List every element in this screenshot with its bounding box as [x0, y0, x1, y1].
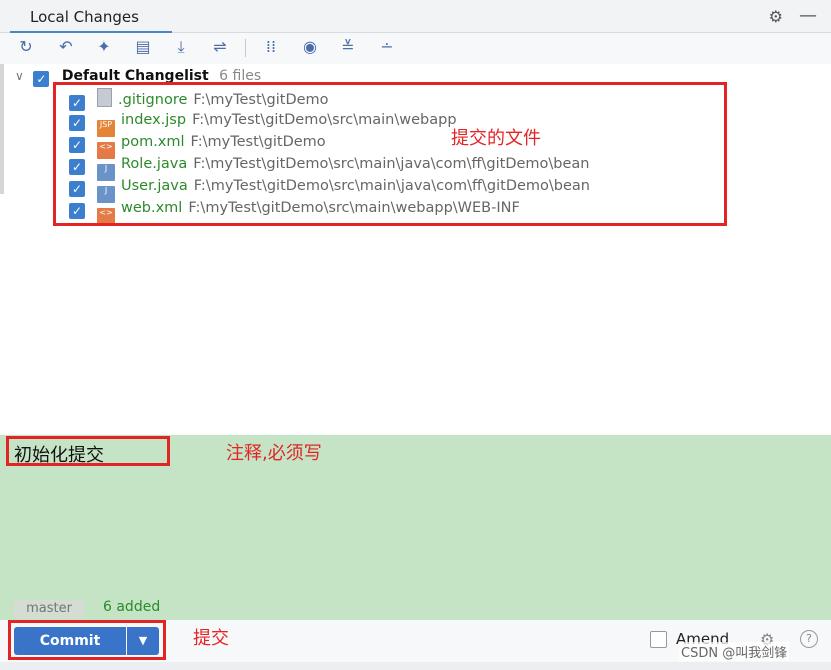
- toolbar: ↻ ↶ ✦ ▤ ⤓ ⇌ ⁞⁞ ◉ ≚ ∸: [0, 33, 831, 63]
- tool-window-header: Local Changes ⚙ —: [0, 0, 831, 34]
- files-highlight-box: [53, 82, 727, 226]
- view-icon[interactable]: ◉: [300, 37, 320, 57]
- changelist-checkbox[interactable]: ✓: [33, 71, 50, 87]
- commit-annotation: 提交: [193, 628, 229, 649]
- toolbar-separator: [245, 39, 246, 57]
- chevron-down-icon[interactable]: ∨: [15, 66, 29, 86]
- tab-label: Local Changes: [30, 8, 139, 26]
- message-annotation: 注释,必须写: [226, 443, 322, 464]
- diff-icon[interactable]: ✦: [94, 37, 114, 57]
- refresh-icon[interactable]: ↻: [16, 37, 36, 57]
- tree-gutter: [0, 64, 4, 194]
- collapse-icon[interactable]: ∸: [377, 37, 397, 57]
- update-icon[interactable]: ⤓: [171, 37, 191, 57]
- expand-icon[interactable]: ≚: [338, 37, 358, 57]
- message-highlight-box: [6, 436, 170, 466]
- tab-local-changes[interactable]: Local Changes: [22, 4, 147, 30]
- branch-badge: master: [14, 600, 84, 618]
- amend-checkbox[interactable]: [650, 631, 667, 648]
- changes-summary: 6 added: [103, 599, 161, 615]
- group-icon[interactable]: ⁞⁞: [261, 37, 281, 57]
- bottom-strip: [0, 662, 831, 670]
- minimize-icon[interactable]: —: [799, 5, 817, 26]
- watermark: CSDN @叫我剑锋: [679, 642, 790, 661]
- files-annotation: 提交的文件: [451, 128, 541, 149]
- move-icon[interactable]: ⇌: [210, 37, 230, 57]
- gear-icon[interactable]: ⚙: [769, 7, 783, 26]
- commit-highlight-box: [8, 620, 166, 660]
- rollback-icon[interactable]: ↶: [56, 37, 76, 57]
- help-icon[interactable]: ?: [800, 630, 818, 648]
- edit-icon[interactable]: ▤: [133, 37, 153, 57]
